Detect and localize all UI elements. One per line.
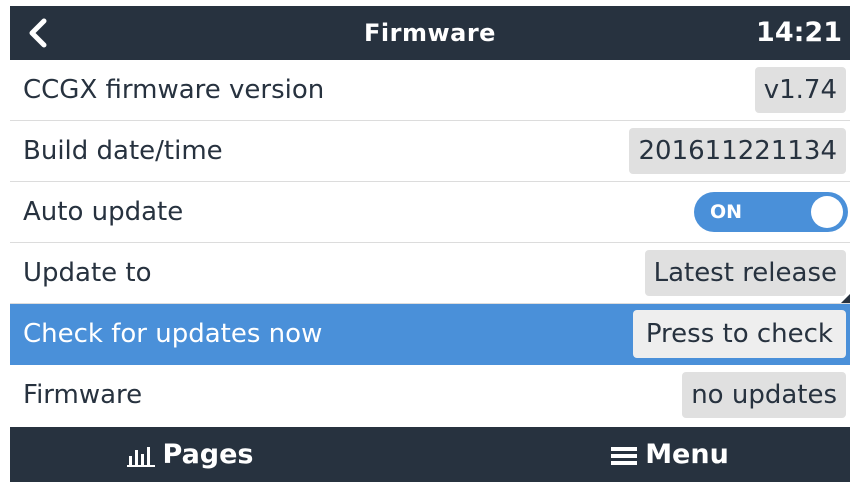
row-label: Update to <box>23 258 152 288</box>
pages-button[interactable]: Pages <box>10 427 370 482</box>
press-to-check-button[interactable]: Press to check <box>632 310 846 358</box>
page-title: Firmware <box>364 19 496 47</box>
row-build-date[interactable]: Build date/time 201611221134 <box>10 121 850 182</box>
row-auto-update[interactable]: Auto update ON <box>10 182 850 243</box>
settings-list: CCGX firmware version v1.74 Build date/t… <box>10 60 850 426</box>
dropdown-indicator-icon <box>841 294 850 303</box>
row-label: CCGX firmware version <box>23 75 325 105</box>
row-firmware-version[interactable]: CCGX firmware version v1.74 <box>10 60 850 121</box>
toggle-state-label: ON <box>710 201 743 223</box>
firmware-status-value: no updates <box>682 372 846 418</box>
menu-label: Menu <box>645 439 729 470</box>
hamburger-icon <box>611 446 638 465</box>
bar-chart-icon <box>126 446 155 467</box>
row-label: Build date/time <box>23 136 223 166</box>
row-update-to[interactable]: Update to Latest release <box>10 243 850 304</box>
row-label: Check for updates now <box>23 319 323 349</box>
row-firmware-status[interactable]: Firmware no updates <box>10 365 850 426</box>
firmware-screen: Firmware 14:21 CCGX firmware version v1.… <box>10 6 850 482</box>
row-label: Auto update <box>23 197 184 227</box>
clock: 14:21 <box>756 17 842 48</box>
row-label: Firmware <box>23 380 143 410</box>
footer-bar: Pages Menu <box>10 427 850 482</box>
toggle-knob <box>811 196 843 228</box>
auto-update-toggle[interactable]: ON <box>694 192 848 232</box>
row-check-updates[interactable]: Check for updates now Press to check <box>10 304 850 365</box>
menu-button[interactable]: Menu <box>490 427 850 482</box>
update-to-dropdown[interactable]: Latest release <box>644 250 846 296</box>
firmware-version-value: v1.74 <box>754 67 846 113</box>
header-bar: Firmware 14:21 <box>10 6 850 60</box>
pages-label: Pages <box>162 439 254 470</box>
build-date-value: 201611221134 <box>629 128 846 174</box>
